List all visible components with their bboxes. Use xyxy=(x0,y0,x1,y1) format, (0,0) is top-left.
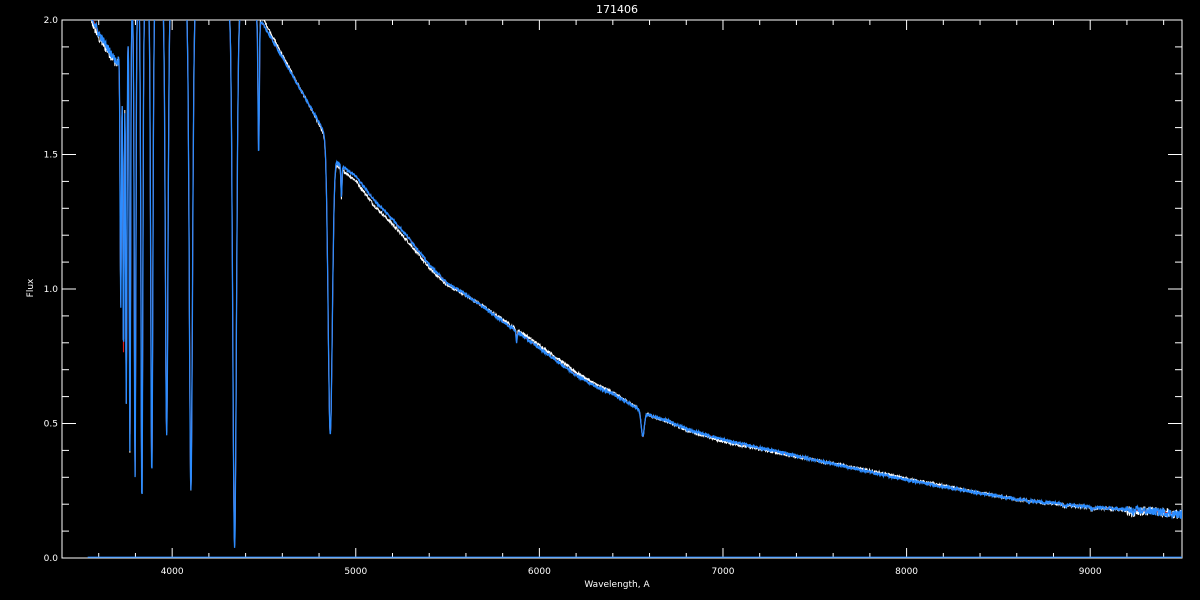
plot-border xyxy=(61,19,1183,559)
x-axis-ticks: 4000 5000 6000 7000 8000 9000 xyxy=(61,20,1165,577)
x-tick-label: 9000 xyxy=(1079,567,1102,577)
plot-frame xyxy=(61,19,1183,559)
x-tick-label: 8000 xyxy=(895,567,918,577)
y-tick-label: 1.5 xyxy=(44,151,58,161)
spectrum-chart: 171406 4000 5000 6000 7000 8000 9000 0.0 0.5 1.… xyxy=(26,3,1183,590)
y-axis-label: Flux xyxy=(26,278,36,297)
y-tick-label: 1.0 xyxy=(44,285,59,295)
observed-spectrum-line xyxy=(89,20,1182,546)
x-tick-label: 6000 xyxy=(528,567,551,577)
y-tick-label: 0.5 xyxy=(44,420,58,430)
plot-series xyxy=(87,20,1182,558)
x-tick-label: 5000 xyxy=(344,567,367,577)
y-tick-label: 0.0 xyxy=(44,554,59,564)
y-axis-ticks: 0.0 0.5 1.0 1.5 2.0 xyxy=(44,16,1182,564)
y-tick-label: 2.0 xyxy=(44,16,59,26)
chart-title: 171406 xyxy=(596,3,638,16)
x-tick-label: 4000 xyxy=(161,567,184,577)
fit-spectrum-line xyxy=(91,20,1182,548)
x-axis-label: Wavelength, A xyxy=(584,580,650,590)
x-tick-label: 7000 xyxy=(712,567,735,577)
model-spectrum-line xyxy=(92,20,1182,545)
